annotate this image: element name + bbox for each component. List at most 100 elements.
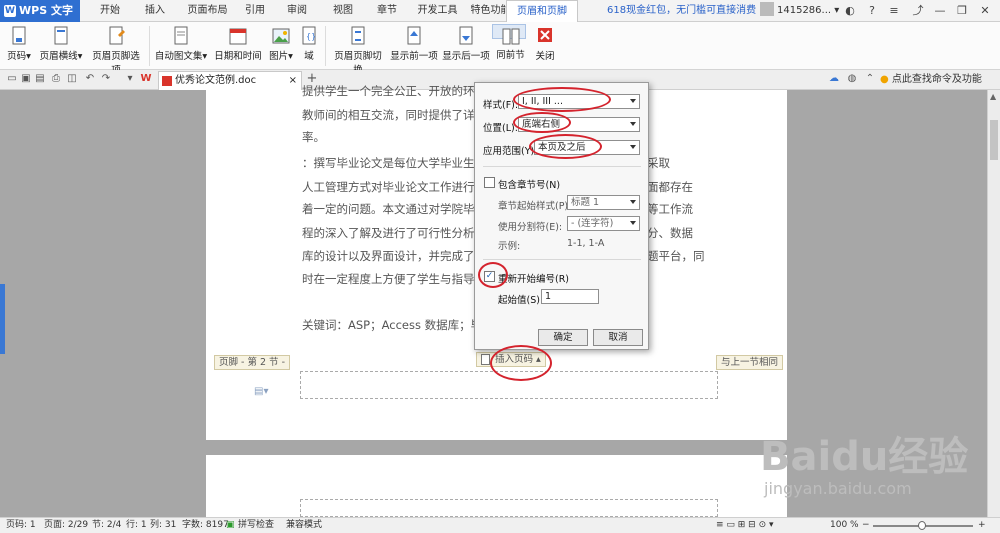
header-footer-options-button[interactable]: 页眉页脚选项	[88, 24, 144, 76]
footer-page-icon[interactable]: ▤▾	[254, 386, 268, 397]
more-icon[interactable]: ▾	[124, 73, 136, 85]
document-tab[interactable]: 优秀论文范例.doc ×	[158, 71, 302, 90]
command-search[interactable]: ● 点此查找命令及功能	[880, 70, 982, 90]
avatar	[760, 2, 774, 16]
spell-check[interactable]: 拼写检查	[238, 518, 274, 533]
close-header-footer-button[interactable]: 关闭	[532, 24, 558, 68]
close-tab-icon[interactable]: ×	[289, 72, 297, 90]
scrollbar-thumb[interactable]	[990, 120, 998, 160]
svg-text:{}: {}	[306, 32, 316, 41]
page-icon	[481, 354, 490, 365]
ok-button[interactable]: 确定	[538, 329, 588, 346]
side-panel-toggle[interactable]	[0, 284, 5, 354]
options-icon	[109, 26, 125, 45]
save-icon[interactable]: ▣	[20, 73, 32, 85]
tab-header-footer[interactable]: 页眉和页脚	[506, 0, 578, 22]
start-value-input[interactable]: 1	[541, 289, 599, 304]
arrow-down-icon	[459, 26, 473, 45]
menu-bar: WWPS 文字 ▾ 开始 插入 页面布局 引用 审阅 视图 章节 开发工具 特色…	[0, 0, 1000, 39]
zoom-level[interactable]: 100 %	[830, 518, 859, 533]
annotation-ring	[478, 262, 508, 288]
wps-logo-icon: W	[4, 5, 16, 17]
skin-icon[interactable]: ◐	[840, 1, 860, 21]
scroll-up-icon[interactable]: ▲	[990, 92, 996, 101]
tab-page-layout[interactable]: 页面布局	[180, 0, 235, 22]
user-account[interactable]: 1415286... ▾	[758, 0, 839, 22]
maximize-icon[interactable]: ❐	[952, 1, 972, 21]
header-line-icon	[54, 26, 68, 45]
help-icon[interactable]: ?	[862, 1, 882, 21]
collapse-icon[interactable]: ⌃	[864, 73, 876, 85]
picture-button[interactable]: 图片▾	[266, 24, 296, 68]
chapter-style-select[interactable]: 标题 1	[567, 195, 640, 210]
auto-text-button[interactable]: 自动图文集▾	[154, 24, 208, 68]
tab-home[interactable]: 开始	[90, 0, 130, 22]
zoom-in-icon[interactable]: +	[978, 518, 986, 533]
chevron-down-icon	[630, 221, 636, 225]
separator-select[interactable]: - (连字符)	[567, 216, 640, 231]
baidu-watermark: Baidu经验 jingyan.baidu.com	[760, 435, 990, 515]
show-next-button[interactable]: 显示后一项	[442, 24, 490, 68]
export-pdf-icon[interactable]: ▤	[34, 73, 46, 85]
watermark-brand: Baidu经验	[760, 434, 969, 480]
status-pages: 页面: 2/29	[44, 520, 89, 530]
ribbon-divider	[325, 26, 326, 66]
user-icon[interactable]: ◍	[846, 73, 858, 85]
view-mode-icons[interactable]: ≡ ▭ ⊞ ⊟ ⊙ ▾	[716, 518, 774, 533]
preview-icon[interactable]: ◫	[66, 73, 78, 85]
body-line: 率。	[302, 130, 325, 144]
page-number-icon	[12, 26, 26, 45]
promo-link[interactable]: 618现金红包，无门槛可直接消费	[607, 0, 756, 22]
word-count[interactable]: 字数: 8197	[182, 518, 229, 533]
header-line-button[interactable]: 页眉横线▾	[36, 24, 86, 68]
print-icon[interactable]: ⎙	[50, 73, 62, 85]
status-row: 行: 1	[126, 520, 147, 530]
restore-layout-icon[interactable]: ⤴	[908, 1, 928, 21]
new-file-icon[interactable]: ▭	[6, 73, 18, 85]
field-button[interactable]: {} 域	[298, 24, 320, 68]
start-value-label: 起始值(S):	[498, 295, 544, 306]
include-chapter-label: 包含章节号(N)	[498, 180, 561, 191]
chevron-down-icon	[630, 200, 636, 204]
menu-icon[interactable]: ≡	[884, 1, 904, 21]
footer-section-tag: 页脚 - 第 2 节 -	[214, 355, 290, 370]
app-menu-button[interactable]: WWPS 文字 ▾	[0, 0, 80, 39]
status-section: 节: 2/4	[92, 520, 122, 530]
undo-icon[interactable]: ↶	[84, 73, 96, 85]
tab-review[interactable]: 审阅	[282, 0, 312, 22]
tab-developer[interactable]: 开发工具	[415, 0, 460, 22]
chevron-down-icon	[630, 145, 636, 149]
header-area[interactable]	[300, 499, 718, 517]
date-time-button[interactable]: 日期和时间	[212, 24, 264, 68]
zoom-out-icon[interactable]: −	[862, 518, 870, 533]
show-previous-button[interactable]: 显示前一项	[390, 24, 438, 68]
close-window-icon[interactable]: ✕	[975, 1, 995, 21]
example-value: 1-1, 1-A	[567, 238, 605, 249]
redo-icon[interactable]: ↷	[100, 73, 112, 85]
switch-icon	[351, 26, 365, 45]
header-footer-switch-button[interactable]: 页眉页脚切换	[330, 24, 386, 76]
tab-references[interactable]: 引用	[240, 0, 270, 22]
include-chapter-checkbox[interactable]	[484, 177, 495, 188]
cancel-button[interactable]: 取消	[593, 329, 643, 346]
close-icon	[538, 28, 552, 42]
minimize-icon[interactable]: —	[930, 1, 950, 21]
page-number-button[interactable]: 页码▾	[4, 24, 34, 68]
chevron-down-icon	[630, 122, 636, 126]
same-as-previous-button[interactable]: 同前节	[492, 24, 526, 61]
ribbon: 页码▾ 页眉横线▾ 页眉页脚选项 自动图文集▾ 日期和时间 图片▾ {} 域 页…	[0, 22, 1000, 76]
status-page-number: 页码: 1	[6, 520, 36, 530]
tab-insert[interactable]: 插入	[135, 0, 175, 22]
wps-doc-icon[interactable]: W	[140, 73, 152, 85]
cloud-icon[interactable]: ☁	[828, 73, 840, 85]
zoom-slider-handle[interactable]	[918, 521, 926, 530]
tab-view[interactable]: 视图	[328, 0, 358, 22]
document-tab-title: 优秀论文范例.doc	[175, 75, 257, 86]
tab-chapter[interactable]: 章节	[372, 0, 402, 22]
lightbulb-icon: ●	[880, 74, 889, 85]
picture-icon	[272, 28, 290, 44]
check-icon: ▣	[226, 520, 235, 530]
annotation-ring	[490, 345, 552, 381]
example-label: 示例:	[498, 241, 521, 252]
chevron-down-icon	[630, 99, 636, 103]
